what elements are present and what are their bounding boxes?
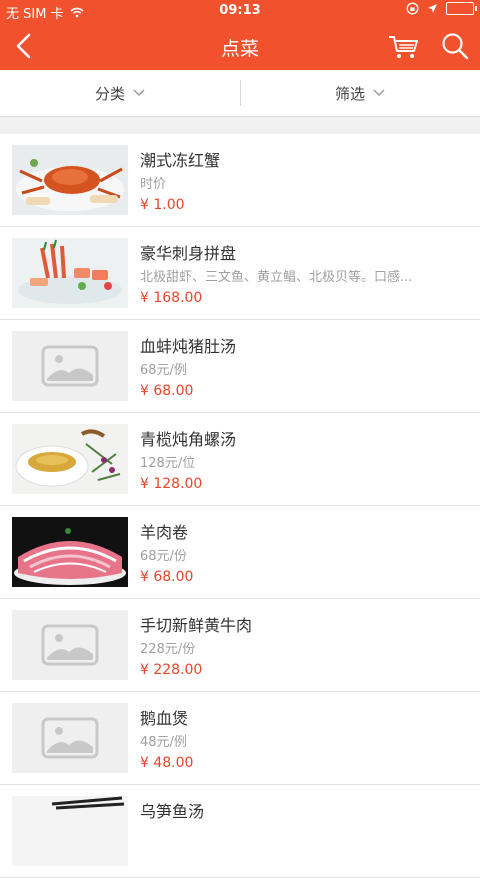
dish-description: 128元/位 (140, 456, 196, 471)
dish-price: ¥ 228.00 (140, 662, 203, 678)
dish-name: 潮式冻红蟹 (140, 151, 221, 170)
menu-item[interactable]: 手切新鲜黄牛肉 228元/份 ¥ 228.00 (0, 599, 480, 692)
chevron-down-icon (133, 89, 145, 96)
dish-image-placeholder (12, 610, 128, 680)
dish-image-sashimi (12, 238, 128, 308)
dish-name: 鹅血煲 (140, 709, 189, 728)
dish-price: ¥ 68.00 (140, 383, 194, 399)
menu-item[interactable]: 羊肉卷 68元/份 ¥ 68.00 (0, 506, 480, 599)
filter-label: 筛选 (334, 84, 365, 103)
dish-description: 228元/份 (140, 642, 196, 657)
dish-description: 68元/例 (140, 363, 187, 378)
dish-image-chopsticks (12, 796, 128, 866)
filter-bar: 分类 筛选 (0, 70, 480, 117)
status-right (406, 2, 477, 15)
dish-price: ¥ 48.00 (140, 755, 194, 771)
menu-item[interactable]: 豪华刺身拼盘 北极甜虾、三文鱼、黄立鲳、北极贝等。口感... ¥ 168.00 (0, 227, 480, 320)
dish-image-crab (12, 145, 128, 215)
filter-dropdown[interactable]: 筛选 (240, 70, 480, 116)
dish-price: ¥ 1.00 (140, 197, 185, 213)
dish-description: 时价 (140, 177, 167, 192)
dish-description: 48元/例 (140, 735, 187, 750)
rotation-lock-icon (406, 2, 419, 15)
image-placeholder-icon (41, 717, 99, 759)
dish-description: 北极甜虾、三文鱼、黄立鲳、北极贝等。口感... (140, 270, 413, 285)
location-icon (428, 4, 437, 13)
chevron-down-icon (373, 89, 385, 96)
dish-name: 手切新鲜黄牛肉 (140, 616, 253, 635)
dish-description: 68元/份 (140, 549, 187, 564)
dish-price: ¥ 168.00 (140, 290, 203, 306)
dish-price: ¥ 128.00 (140, 476, 203, 492)
image-placeholder-icon (41, 345, 99, 387)
dish-name: 羊肉卷 (140, 523, 189, 542)
section-spacer (0, 117, 480, 134)
category-label: 分类 (94, 84, 125, 103)
status-bar: 无 SIM 卡 09:13 (0, 0, 480, 22)
dish-name: 血蚌炖猪肚汤 (140, 337, 237, 356)
dish-image-placeholder (12, 703, 128, 773)
dish-price: ¥ 68.00 (140, 569, 194, 585)
dish-name: 乌笋鱼汤 (140, 802, 205, 821)
category-dropdown[interactable]: 分类 (0, 70, 240, 116)
menu-item[interactable]: 血蚌炖猪肚汤 68元/例 ¥ 68.00 (0, 320, 480, 413)
battery-icon (446, 2, 477, 15)
search-icon[interactable] (440, 31, 470, 61)
menu-item[interactable]: 乌笋鱼汤 (0, 785, 480, 878)
dish-image-lamb (12, 517, 128, 587)
menu-item[interactable]: 鹅血煲 48元/例 ¥ 48.00 (0, 692, 480, 785)
cart-icon[interactable] (388, 34, 420, 60)
menu-list: 潮式冻红蟹 时价 ¥ 1.00 豪华刺身拼盘 北极甜虾、三文鱼、黄立鲳、北极贝等… (0, 134, 480, 878)
nav-bar: 点菜 (0, 22, 480, 70)
menu-item[interactable]: 青榄炖角螺汤 128元/位 ¥ 128.00 (0, 413, 480, 506)
dish-image-soup (12, 424, 128, 494)
image-placeholder-icon (41, 624, 99, 666)
menu-item[interactable]: 潮式冻红蟹 时价 ¥ 1.00 (0, 134, 480, 227)
dish-name: 豪华刺身拼盘 (140, 244, 237, 263)
dish-name: 青榄炖角螺汤 (140, 430, 237, 449)
dish-image-placeholder (12, 331, 128, 401)
